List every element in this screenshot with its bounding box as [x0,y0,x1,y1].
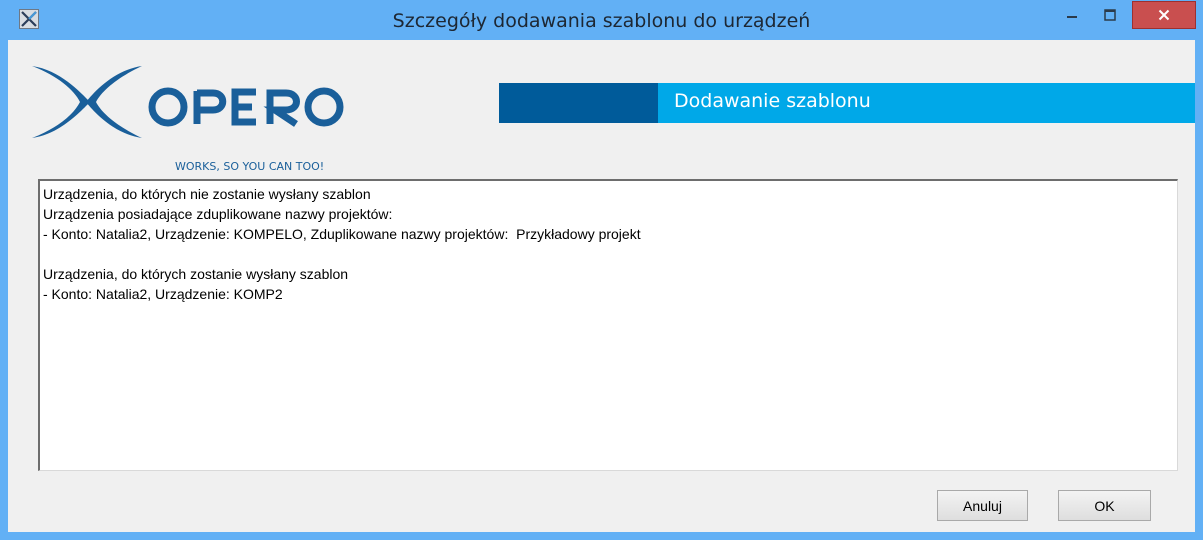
details-line: Urządzenia, do których zostanie wysłany … [43,266,349,282]
cancel-button[interactable]: Anuluj [937,490,1028,521]
close-icon [1158,9,1170,21]
logo-mark [32,66,344,138]
maximize-icon [1104,9,1116,21]
close-button[interactable] [1132,1,1196,29]
dialog-body: WORKS, SO YOU CAN TOO! Dodawanie szablon… [8,40,1195,532]
logo-tagline: WORKS, SO YOU CAN TOO! [175,160,325,173]
banner-title: Dodawanie szablonu [674,90,871,112]
xopero-logo: WORKS, SO YOU CAN TOO! [30,62,350,173]
ok-button[interactable]: OK [1058,490,1151,521]
title-bar[interactable]: Szczegóły dodawania szablonu do urządzeń [0,0,1203,40]
maximize-button[interactable] [1095,1,1125,29]
details-line: - Konto: Natalia2, Urządzenie: KOMPELO, … [43,226,641,242]
details-line: Urządzenia posiadające zduplikowane nazw… [43,206,393,222]
minimize-icon [1067,16,1077,18]
details-line [43,244,1174,264]
dialog-window: Szczegóły dodawania szablonu do urządzeń [0,0,1203,540]
details-line: - Konto: Natalia2, Urządzenie: KOMP2 [43,286,283,302]
window-title: Szczegóły dodawania szablonu do urządzeń [392,10,811,32]
banner: Dodawanie szablonu [658,83,1195,123]
details-line: Urządzenia, do których nie zostanie wysł… [43,186,371,202]
minimize-button[interactable] [1057,1,1087,29]
details-textarea[interactable]: Urządzenia, do których nie zostanie wysł… [38,179,1178,471]
banner-accent [499,83,658,123]
